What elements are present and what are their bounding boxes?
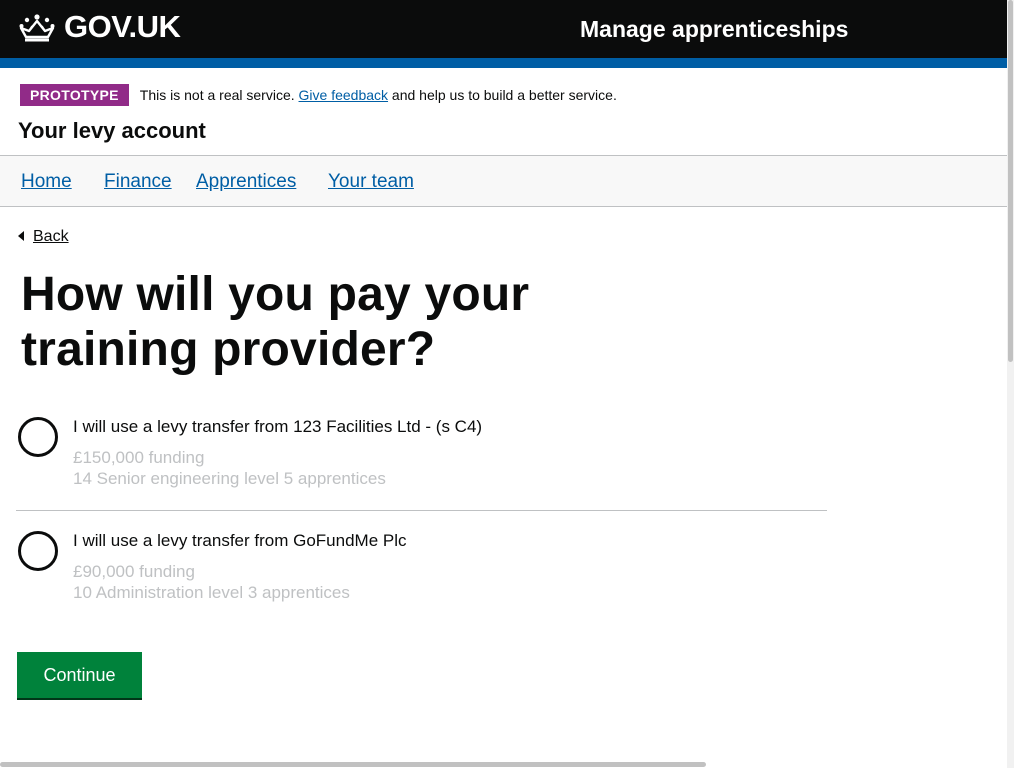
page-heading: How will you pay your training provider?	[21, 268, 530, 376]
radio-option-123-facilities[interactable]: I will use a levy transfer from 123 Faci…	[18, 417, 826, 497]
phase-text-before: This is not a real service.	[139, 87, 299, 103]
option-funding: £150,000 funding	[73, 448, 205, 467]
vertical-scrollbar-thumb[interactable]	[1008, 0, 1013, 362]
logo-text: GOV.UK	[64, 9, 181, 44]
options-divider	[16, 510, 827, 511]
option-detail: 14 Senior engineering level 5 apprentice…	[73, 469, 386, 488]
horizontal-scrollbar-thumb[interactable]	[0, 762, 706, 767]
account-nav: Home Finance Apprentices Your team	[0, 155, 1007, 207]
govuk-logo[interactable]: GOV.UK	[18, 9, 181, 44]
crown-icon	[19, 14, 55, 42]
radio-option-label[interactable]: I will use a levy transfer from 123 Faci…	[73, 417, 482, 437]
radio-option-gofundme[interactable]: I will use a levy transfer from GoFundMe…	[18, 531, 826, 611]
site-header: GOV.UK Manage apprenticeships	[0, 0, 1007, 58]
nav-item-apprentices[interactable]: Apprentices	[196, 172, 296, 192]
back-link[interactable]: Back	[18, 228, 69, 246]
option-detail: 10 Administration level 3 apprentices	[73, 583, 350, 602]
phase-tag: PROTOTYPE	[20, 84, 129, 106]
radio-button[interactable]	[18, 417, 58, 457]
account-title: Your levy account	[18, 118, 206, 143]
radio-button[interactable]	[18, 531, 58, 571]
phase-banner: PROTOTYPE This is not a real service. Gi…	[20, 84, 617, 106]
back-link-label: Back	[33, 228, 69, 245]
nav-item-finance[interactable]: Finance	[104, 172, 172, 192]
header-blue-bar	[0, 58, 1007, 68]
continue-button[interactable]: Continue	[17, 652, 142, 698]
triangle-left-icon	[18, 231, 24, 241]
phase-banner-text: This is not a real service. Give feedbac…	[140, 87, 617, 103]
nav-item-your-team[interactable]: Your team	[328, 172, 414, 192]
service-name[interactable]: Manage apprenticeships	[580, 14, 848, 44]
feedback-link[interactable]: Give feedback	[299, 87, 389, 103]
radio-option-label[interactable]: I will use a levy transfer from GoFundMe…	[73, 531, 407, 551]
nav-item-home[interactable]: Home	[21, 172, 72, 192]
phase-text-after: and help us to build a better service.	[388, 87, 617, 103]
option-funding: £90,000 funding	[73, 562, 195, 581]
